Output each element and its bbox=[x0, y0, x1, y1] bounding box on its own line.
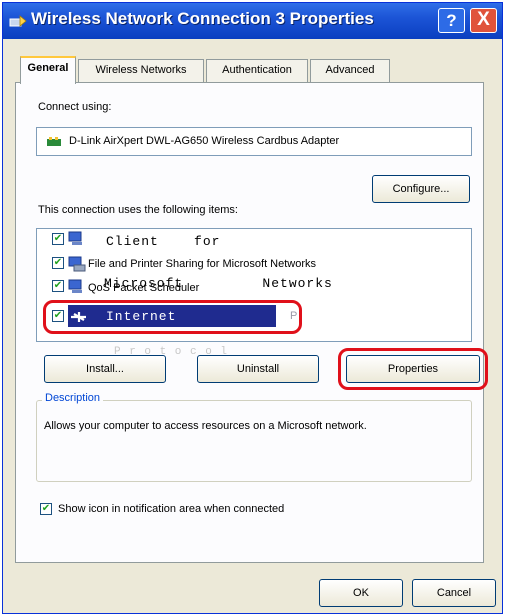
show-icon-checkbox[interactable]: ✔ bbox=[40, 503, 52, 515]
title-bar[interactable]: Wireless Network Connection 3 Properties… bbox=[3, 3, 502, 39]
microsoft-networks-overlay: Microsoft Networks bbox=[104, 276, 333, 291]
client-label-overlay: Client for bbox=[106, 234, 221, 249]
close-button[interactable]: X bbox=[470, 8, 497, 33]
uninstall-button[interactable]: Uninstall bbox=[197, 355, 319, 383]
file-sharing-checkbox[interactable]: ✔ bbox=[52, 257, 64, 269]
configure-button[interactable]: Configure... bbox=[372, 175, 470, 203]
file-sharing-label: File and Printer Sharing for Microsoft N… bbox=[88, 258, 317, 270]
help-button[interactable]: ? bbox=[438, 8, 465, 33]
network-adapter-icon bbox=[47, 137, 61, 146]
cancel-button[interactable]: Cancel bbox=[412, 579, 496, 607]
tab-general[interactable]: General bbox=[20, 56, 76, 84]
items-label: This connection uses the following items… bbox=[38, 204, 238, 216]
qos-scheduler-icon bbox=[68, 279, 82, 293]
network-client-icon bbox=[68, 231, 82, 245]
tab-authentication[interactable]: Authentication bbox=[206, 59, 308, 82]
tab-wireless-networks[interactable]: Wireless Networks bbox=[78, 59, 204, 82]
connect-using-label: Connect using: bbox=[38, 101, 112, 113]
description-group bbox=[36, 400, 472, 482]
adapter-field: D-Link AirXpert DWL-AG650 Wireless Cardb… bbox=[36, 127, 472, 156]
tab-advanced[interactable]: Advanced bbox=[310, 59, 390, 82]
client-checkbox[interactable]: ✔ bbox=[52, 233, 64, 245]
tcpip-highlight-circle bbox=[43, 300, 302, 334]
description-text: Allows your computer to access resources… bbox=[44, 420, 367, 432]
description-legend: Description bbox=[42, 392, 104, 404]
qos-checkbox[interactable]: ✔ bbox=[52, 280, 64, 292]
file-printer-sharing-icon bbox=[68, 256, 86, 272]
show-icon-label[interactable]: Show icon in notification area when conn… bbox=[58, 503, 284, 515]
install-button[interactable]: Install... bbox=[44, 355, 166, 383]
ok-button[interactable]: OK bbox=[319, 579, 403, 607]
adapter-name: D-Link AirXpert DWL-AG650 Wireless Cardb… bbox=[69, 135, 340, 147]
properties-highlight-circle bbox=[338, 348, 488, 390]
network-connection-icon bbox=[9, 15, 27, 27]
window-title: Wireless Network Connection 3 Properties bbox=[31, 9, 374, 28]
